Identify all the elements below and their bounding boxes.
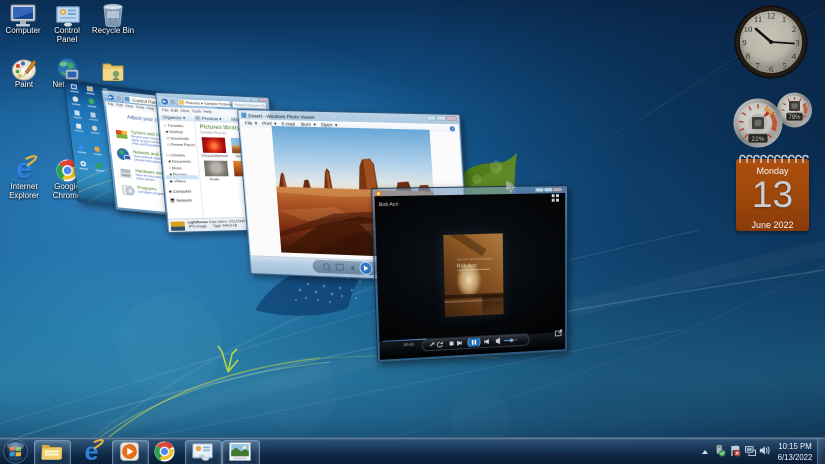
svg-text:12: 12 [767, 11, 776, 21]
svg-text:9: 9 [742, 38, 746, 48]
svg-text:11: 11 [754, 14, 762, 24]
svg-text:8: 8 [746, 51, 750, 61]
svg-text:10: 10 [744, 24, 753, 34]
svg-text:6: 6 [769, 64, 773, 74]
svg-text:1: 1 [782, 14, 786, 24]
svg-text:22%: 22% [751, 136, 764, 143]
svg-text:79%: 79% [788, 115, 801, 121]
svg-text:7: 7 [755, 61, 759, 71]
svg-text:3: 3 [795, 38, 799, 48]
svg-text:5: 5 [782, 61, 786, 71]
svg-text:2: 2 [792, 24, 796, 34]
